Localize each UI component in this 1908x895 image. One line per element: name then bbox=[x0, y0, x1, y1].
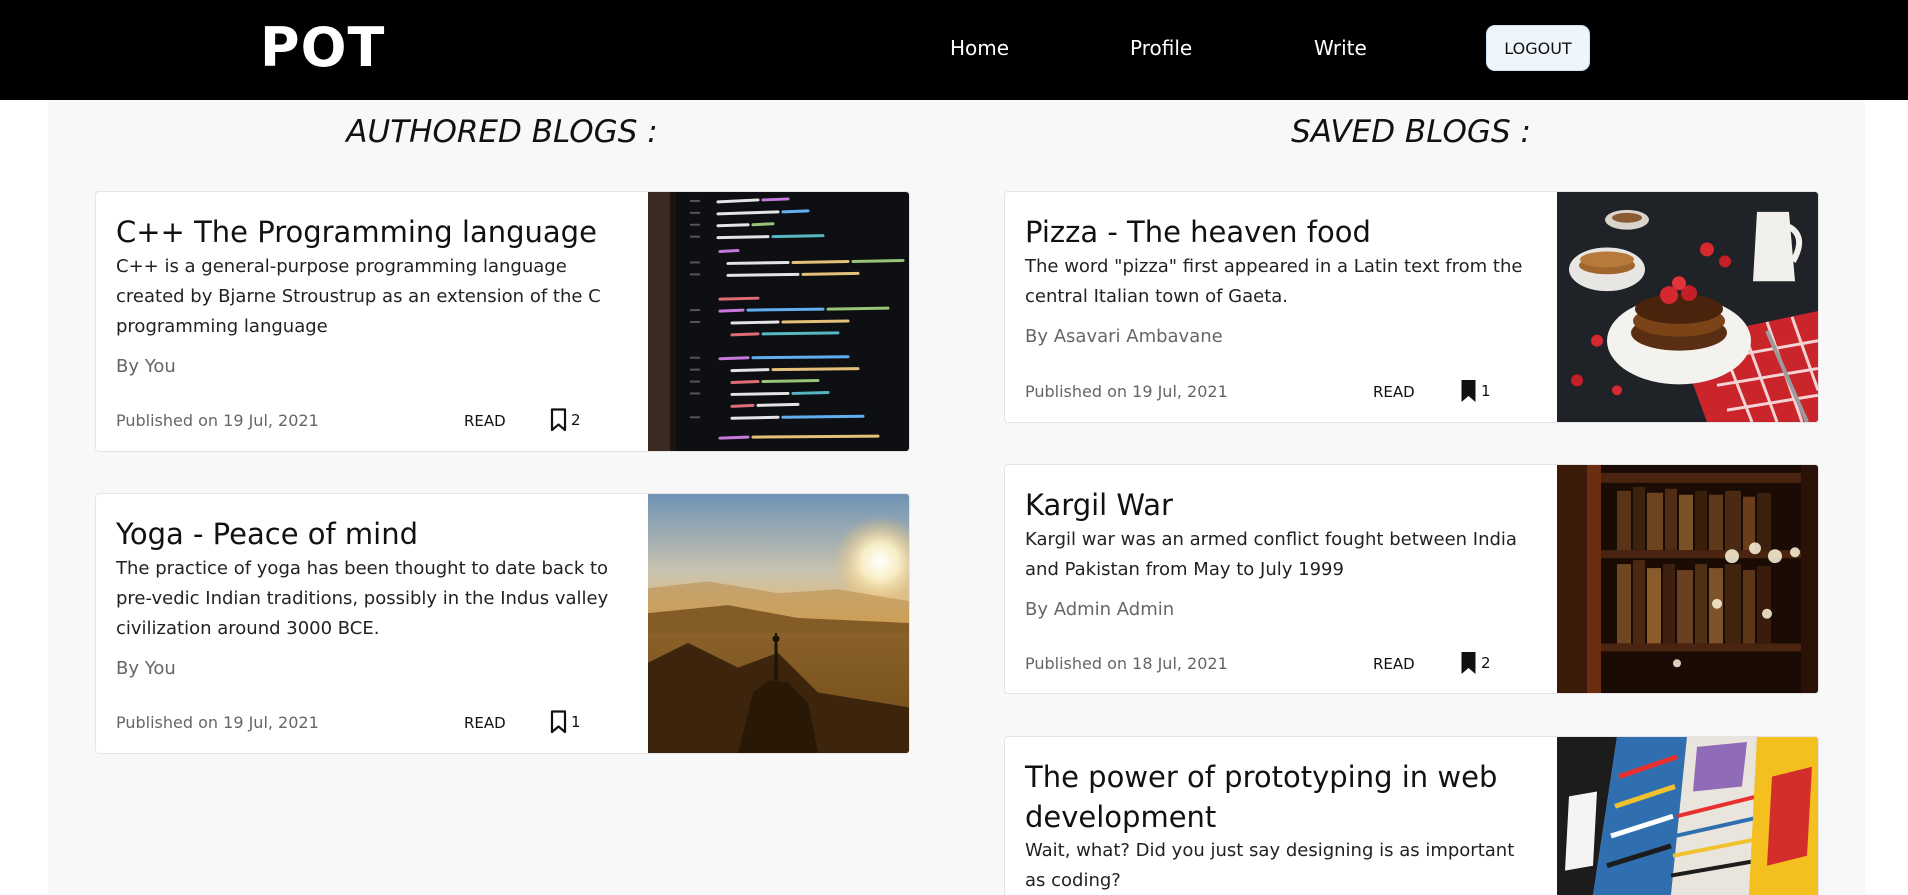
blog-description: Kargil war was an armed conflict fought … bbox=[1025, 529, 1517, 580]
authored-blog-card[interactable]: C++ The Programming language C++ is a ge… bbox=[95, 191, 910, 452]
bookmark-filled-icon bbox=[1461, 380, 1476, 402]
blog-date: Published on 19 Jul, 2021 bbox=[1025, 382, 1228, 401]
blog-title[interactable]: Pizza - The heaven food bbox=[1025, 212, 1371, 252]
read-button[interactable]: READ bbox=[1373, 381, 1415, 403]
nav-link-write[interactable]: Write bbox=[1314, 34, 1367, 62]
blog-author: By Asavari Ambavane bbox=[1025, 326, 1223, 347]
blog-title[interactable]: C++ The Programming language bbox=[116, 212, 597, 252]
blog-author: By You bbox=[116, 356, 176, 377]
read-button[interactable]: READ bbox=[464, 712, 506, 734]
blog-description: The word "pizza" first appeared in a Lat… bbox=[1025, 256, 1523, 307]
blog-description: The practice of yoga has been thought to… bbox=[116, 558, 609, 639]
authored-blog-card[interactable]: Yoga - Peace of mind The practice of yog… bbox=[95, 493, 910, 754]
blog-author: By Admin Admin bbox=[1025, 599, 1175, 620]
read-button[interactable]: READ bbox=[1373, 653, 1415, 675]
saved-blog-card[interactable]: Kargil War Kargil war was an armed confl… bbox=[1004, 464, 1819, 694]
bookmark-button[interactable]: 1 bbox=[550, 710, 581, 734]
colorful-posters-photo bbox=[1557, 737, 1818, 895]
blog-title[interactable]: The power of prototyping in web developm… bbox=[1025, 757, 1545, 837]
navbar: POT Home Profile Write LOGOUT bbox=[0, 0, 1908, 100]
bookmark-filled-icon bbox=[1461, 652, 1476, 674]
blog-title[interactable]: Yoga - Peace of mind bbox=[116, 514, 418, 554]
yoga-sunset-photo bbox=[648, 494, 909, 753]
bookmark-button[interactable]: 2 bbox=[1460, 651, 1491, 675]
logout-button[interactable]: LOGOUT bbox=[1486, 25, 1590, 71]
bookmark-button[interactable]: 2 bbox=[550, 408, 581, 432]
blog-description: Wait, what? Did you just say designing i… bbox=[1025, 840, 1515, 891]
authored-blogs-heading: AUTHORED BLOGS : bbox=[346, 114, 658, 150]
bookmark-count: 2 bbox=[571, 411, 581, 429]
pancakes-photo bbox=[1557, 192, 1818, 422]
bookmark-button[interactable]: 1 bbox=[1460, 379, 1491, 403]
bookmark-outline-icon bbox=[550, 710, 567, 734]
bookshelf-photo bbox=[1557, 465, 1818, 693]
blog-title[interactable]: Kargil War bbox=[1025, 485, 1173, 525]
blog-author: By You bbox=[116, 658, 176, 679]
bookmark-outline-icon bbox=[550, 408, 567, 432]
logo[interactable]: POT bbox=[260, 14, 385, 82]
saved-blogs-heading: SAVED BLOGS : bbox=[1291, 114, 1531, 150]
saved-blog-card[interactable]: The power of prototyping in web developm… bbox=[1004, 736, 1819, 895]
read-button[interactable]: READ bbox=[464, 410, 506, 432]
blog-description: C++ is a general-purpose programming lan… bbox=[116, 256, 601, 337]
saved-blog-card[interactable]: Pizza - The heaven food The word "pizza"… bbox=[1004, 191, 1819, 423]
bookmark-count: 1 bbox=[1481, 382, 1491, 400]
blog-date: Published on 18 Jul, 2021 bbox=[1025, 654, 1228, 673]
bookmark-count: 2 bbox=[1481, 654, 1491, 672]
nav-link-profile[interactable]: Profile bbox=[1130, 34, 1192, 62]
bookmark-count: 1 bbox=[571, 713, 581, 731]
blog-date: Published on 19 Jul, 2021 bbox=[116, 411, 319, 430]
code-screen-photo bbox=[648, 192, 909, 451]
nav-link-home[interactable]: Home bbox=[950, 34, 1009, 62]
blog-date: Published on 19 Jul, 2021 bbox=[116, 713, 319, 732]
